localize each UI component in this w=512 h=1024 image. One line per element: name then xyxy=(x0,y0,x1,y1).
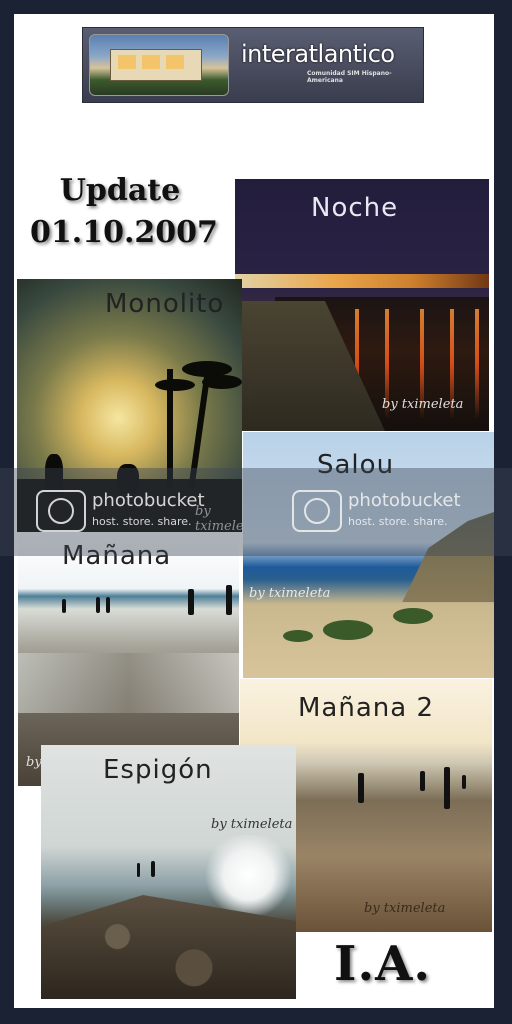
update-date: 01.10.2007 xyxy=(30,215,218,250)
update-heading: Update 01.10.2007 xyxy=(30,170,218,254)
watermark-tagline: host. store. share. xyxy=(348,515,448,528)
photo-manana-2-credit: by tximeleta xyxy=(364,901,446,916)
banner-subtitle: Comunidad SIM Hispano-Americana xyxy=(307,70,392,84)
photo-espigon-credit: by tximeleta xyxy=(211,817,293,832)
banner-logo: interatlantico Comunidad SIM Hispano-Ame… xyxy=(82,27,424,103)
banner-title: interatlantico xyxy=(241,40,395,68)
banner-house-image xyxy=(89,34,229,96)
photo-manana-credit: by xyxy=(26,755,42,770)
camera-icon xyxy=(36,490,86,532)
watermark-tagline: host. store. share. xyxy=(92,515,192,528)
watermark-name: photobucket xyxy=(92,490,205,511)
photo-manana-2-label: Mañana 2 xyxy=(298,693,434,723)
photo-noche-credit: by tximeleta xyxy=(382,397,464,412)
photo-espigon[interactable]: Espigón by tximeleta xyxy=(41,745,296,999)
photo-espigon-label: Espigón xyxy=(103,755,213,785)
photo-monolito-label: Monolito xyxy=(105,289,225,319)
photo-noche-label: Noche xyxy=(311,193,399,223)
watermark-name: photobucket xyxy=(348,490,461,511)
update-line-1: Update xyxy=(59,173,181,208)
camera-icon xyxy=(292,490,342,532)
photo-noche[interactable]: Noche by tximeleta xyxy=(235,179,489,431)
signature-initials: I.A. xyxy=(334,936,432,992)
photo-salou-credit: by tximeleta xyxy=(249,586,331,601)
